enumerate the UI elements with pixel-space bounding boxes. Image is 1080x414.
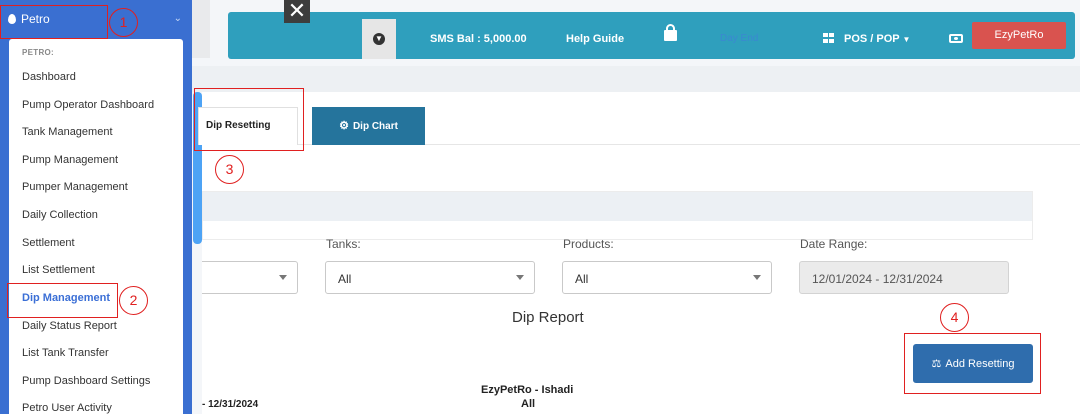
caret-down-icon	[279, 275, 287, 280]
tab-dip-chart[interactable]: ⚙ Dip Chart	[312, 107, 425, 145]
products-value: All	[575, 272, 589, 286]
page: Petro ⌄ PETRO: Dashboard Pump Operator D…	[0, 0, 1080, 414]
money-icon[interactable]	[949, 34, 963, 43]
sidebar-item-pumper-management[interactable]: Pumper Management	[22, 181, 128, 193]
products-label: Products:	[563, 237, 614, 251]
business-button[interactable]: EzyPetRo	[972, 22, 1066, 49]
annotation-box-4	[904, 333, 1041, 394]
sidebar-item-pump-dashboard-settings[interactable]: Pump Dashboard Settings	[22, 375, 150, 387]
annotation-box-1	[0, 5, 108, 39]
date-range-input[interactable]: 12/01/2024 - 12/31/2024	[799, 261, 1009, 294]
report-business-name: EzyPetRo - Ishadi	[481, 384, 574, 396]
tab-dip-chart-label: Dip Chart	[352, 121, 398, 132]
download-button[interactable]: ▼	[362, 19, 396, 59]
filter-panel-header	[203, 192, 1032, 221]
annotation-marker-4: 4	[940, 303, 969, 332]
products-select[interactable]: All	[562, 261, 772, 294]
header-strip	[192, 66, 1080, 92]
pos-pop-label: POS / POP	[844, 33, 900, 45]
filter-panel	[202, 191, 1033, 240]
sidebar-item-dashboard[interactable]: Dashboard	[22, 71, 76, 83]
annotation-marker-3: 3	[215, 155, 244, 184]
caret-down-icon: ▼	[902, 35, 911, 44]
annotation-marker-1: 1	[109, 8, 138, 37]
sidebar-item-list-settlement[interactable]: List Settlement	[22, 264, 95, 276]
lock-icon[interactable]	[664, 24, 677, 41]
tanks-value: All	[338, 272, 352, 286]
gear-icon: ⚙	[339, 120, 349, 132]
sidebar-item-daily-collection[interactable]: Daily Collection	[22, 209, 98, 221]
annotation-marker-2: 2	[119, 286, 148, 315]
help-guide-link[interactable]: Help Guide	[566, 33, 624, 45]
sidebar-item-list-tank-transfer[interactable]: List Tank Transfer	[22, 347, 109, 359]
report-title: Dip Report	[512, 309, 584, 326]
caret-down-icon	[516, 275, 524, 280]
report-date-range: - 12/31/2024	[202, 399, 259, 410]
top-left-panel	[192, 0, 210, 58]
report-scope: All	[521, 398, 536, 410]
menu-section-label: PETRO:	[22, 48, 55, 57]
close-icon[interactable]: ✕	[284, 0, 310, 23]
sidebar-item-petro-user-activity[interactable]: Petro User Activity	[22, 402, 112, 414]
sidebar-item-daily-status-report[interactable]: Daily Status Report	[22, 320, 117, 332]
sidebar-menu: PETRO: Dashboard Pump Operator Dashboard…	[9, 39, 183, 414]
sms-balance: SMS Bal : 5,000.00	[430, 33, 527, 45]
annotation-box-2	[7, 283, 118, 318]
sidebar-item-settlement[interactable]: Settlement	[22, 237, 75, 249]
day-end-link[interactable]: Day End	[720, 33, 758, 44]
grid-icon	[823, 33, 834, 43]
sidebar-item-tank-management[interactable]: Tank Management	[22, 126, 113, 138]
pos-pop-dropdown[interactable]: POS / POP ▼	[844, 33, 910, 45]
location-select[interactable]	[202, 261, 298, 294]
chevron-down-icon: ⌄	[173, 13, 182, 24]
date-range-label: Date Range:	[800, 237, 868, 251]
annotation-box-3	[194, 88, 304, 151]
tanks-select[interactable]: All	[325, 261, 535, 294]
tanks-label: Tanks:	[326, 237, 361, 251]
top-header-bar	[228, 12, 1075, 59]
arrow-down-circle-icon: ▼	[373, 33, 385, 45]
caret-down-icon	[753, 275, 761, 280]
sidebar-item-pump-management[interactable]: Pump Management	[22, 154, 118, 166]
sidebar-item-pump-operator-dashboard[interactable]: Pump Operator Dashboard	[22, 99, 154, 111]
